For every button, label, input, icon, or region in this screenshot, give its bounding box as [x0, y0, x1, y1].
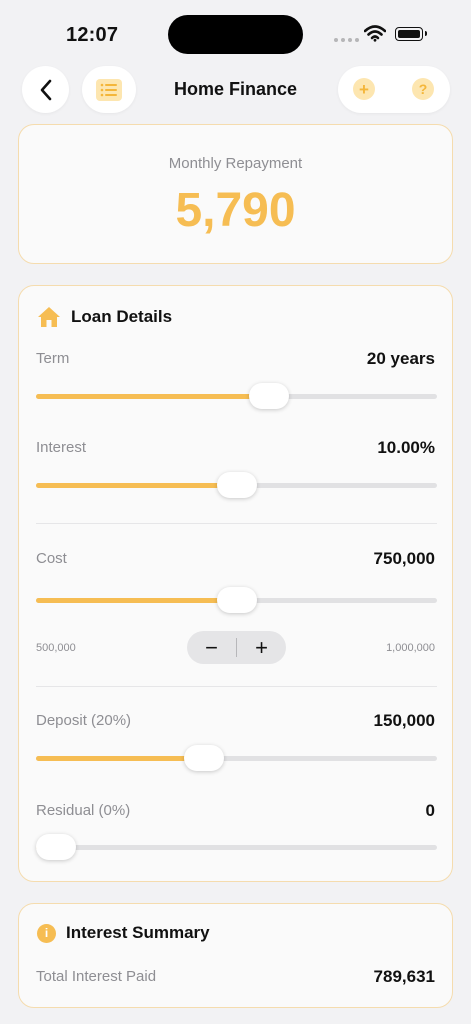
battery-icon: [395, 27, 427, 41]
loan-details-title: Loan Details: [71, 307, 173, 326]
term-slider[interactable]: [36, 383, 437, 409]
repayment-label: Monthly Repayment: [168, 155, 303, 172]
total-interest-label: Total Interest Paid: [36, 968, 157, 985]
house-icon: [38, 307, 60, 327]
deposit-label: Deposit (20%): [36, 712, 132, 729]
term-slider-fill: [36, 394, 269, 399]
residual-value: 0: [425, 801, 435, 820]
help-button[interactable]: ?: [412, 78, 434, 100]
cost-slider[interactable]: [36, 587, 437, 613]
status-time: 12:07: [66, 24, 119, 46]
cost-range-max: 1,000,000: [386, 642, 435, 654]
cost-slider-fill: [36, 598, 237, 603]
info-icon: i: [37, 923, 56, 943]
deposit-slider-thumb[interactable]: [184, 745, 224, 771]
interest-summary-title: Interest Summary: [66, 923, 210, 942]
cost-range-min: 500,000: [36, 642, 76, 654]
interest-summary-header: i Interest Summary: [37, 923, 210, 943]
navigation-bar: Home Finance + ?: [0, 66, 471, 116]
deposit-value: 150,000: [373, 711, 435, 730]
residual-label: Residual (0%): [36, 802, 131, 819]
divider: [36, 523, 437, 524]
dynamic-island: [168, 15, 303, 54]
nav-right-actions: + ?: [338, 66, 450, 113]
status-bar: 12:07: [0, 0, 471, 64]
residual-slider-thumb[interactable]: [36, 834, 76, 860]
wifi-icon: [364, 25, 386, 42]
residual-slider[interactable]: [36, 834, 437, 860]
interest-slider-fill: [36, 483, 237, 488]
interest-slider[interactable]: [36, 472, 437, 498]
total-interest-value: 789,631: [373, 967, 435, 986]
cost-slider-thumb[interactable]: [216, 587, 257, 613]
interest-value: 10.00%: [377, 438, 435, 457]
repayment-card: Monthly Repayment 5,790: [18, 124, 453, 264]
divider: [36, 686, 437, 687]
repayment-value: 5,790: [175, 184, 296, 237]
decrement-button[interactable]: −: [187, 631, 236, 664]
cost-label: Cost: [36, 550, 67, 567]
add-button[interactable]: +: [353, 78, 375, 100]
interest-summary-card: i Interest Summary Total Interest Paid 7…: [18, 903, 453, 1008]
cost-value: 750,000: [373, 549, 435, 568]
term-slider-thumb[interactable]: [248, 383, 289, 409]
interest-slider-thumb[interactable]: [216, 472, 257, 498]
cellular-signal-icon: [334, 38, 359, 42]
interest-label: Interest: [36, 439, 87, 456]
term-value: 20 years: [366, 349, 435, 368]
cost-stepper: − +: [187, 631, 286, 664]
term-label: Term: [36, 350, 70, 367]
loan-details-card: Loan Details Term 20 years Interest 10.0…: [18, 285, 453, 882]
increment-button[interactable]: +: [237, 631, 286, 664]
deposit-slider[interactable]: [36, 745, 437, 771]
deposit-slider-fill: [36, 756, 204, 761]
loan-details-header: Loan Details: [37, 306, 172, 328]
